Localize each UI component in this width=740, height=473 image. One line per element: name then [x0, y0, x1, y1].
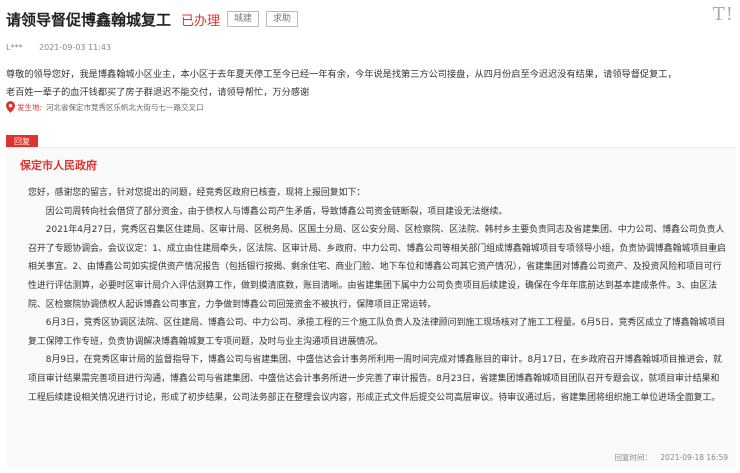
post-time: 2021-09-03 11:43 — [39, 43, 112, 52]
reply-panel: 保定市人民政府 您好，感谢您的留言，针对您提出的问题，经竞秀区政府已核查，现将上… — [6, 147, 736, 468]
location-label: 发生地: — [17, 102, 43, 112]
reply-paragraph: 因公司周转向社会借贷了部分资金，由于债权人与博鑫公司产生矛盾，导致博鑫公司资金链… — [45, 206, 508, 217]
message-body: 尊敬的领导您好，我是博鑫翰城小区业主，本小区于去年夏天停工至今已经一年有余，今年… — [6, 66, 736, 102]
reply-organization: 保定市人民政府 — [20, 159, 97, 172]
author-name: L*** — [6, 43, 23, 52]
post-title: 请领导督促博鑫翰城复工 — [6, 10, 172, 29]
site-logo: T! — [712, 4, 734, 25]
tag-urban-construction[interactable]: 城建 — [227, 11, 260, 27]
reply-time-label: 回复时间： — [614, 453, 653, 462]
post-header: 请领导督促博鑫翰城复工 已办理 城建 求助 — [6, 8, 299, 30]
location-pin-icon — [6, 101, 15, 113]
reply-paragraph: 6月3日，竞秀区协调区法院、区住建局、博鑫公司、中力公司、承揽工程的三个施工队负… — [28, 318, 726, 347]
message-line: 老百姓一辈子的血汗钱都买了房子群退迟不能交付，请领导帮忙，万分感谢 — [6, 87, 310, 98]
message-line: 尊敬的领导您好，我是博鑫翰城小区业主，本小区于去年夏天停工至今已经一年有余，今年… — [6, 69, 677, 80]
status-badge: 已办理 — [181, 13, 221, 29]
reply-body: 您好，感谢您的留言，针对您提出的问题，经竞秀区政府已核查，现将上报回复如下： 因… — [28, 184, 726, 407]
reply-time-value: 2021-09-18 16:59 — [660, 453, 728, 462]
tag-help[interactable]: 求助 — [266, 11, 299, 27]
reply-paragraph: 8月9日，在竞秀区审计局的监督指导下，博鑫公司与省建集团、中盛信达会计事务所利用… — [28, 355, 722, 403]
reply-paragraph: 您好，感谢您的留言，针对您提出的问题，经竞秀区政府已核查，现将上报回复如下： — [28, 188, 366, 198]
location-row: 发生地: 河北省保定市竞秀区乐帆北大街与七一路交叉口 — [6, 101, 204, 113]
post-meta: L*** 2021-09-03 11:43 — [6, 43, 111, 52]
location-value: 河北省保定市竞秀区乐帆北大街与七一路交叉口 — [46, 102, 204, 112]
reply-time: 回复时间： 2021-09-18 16:59 — [615, 452, 728, 463]
reply-paragraph: 2021年4月27日，竞秀区召集区住建局、区审计局、区税务局、区国土分局、区公安… — [28, 225, 726, 310]
